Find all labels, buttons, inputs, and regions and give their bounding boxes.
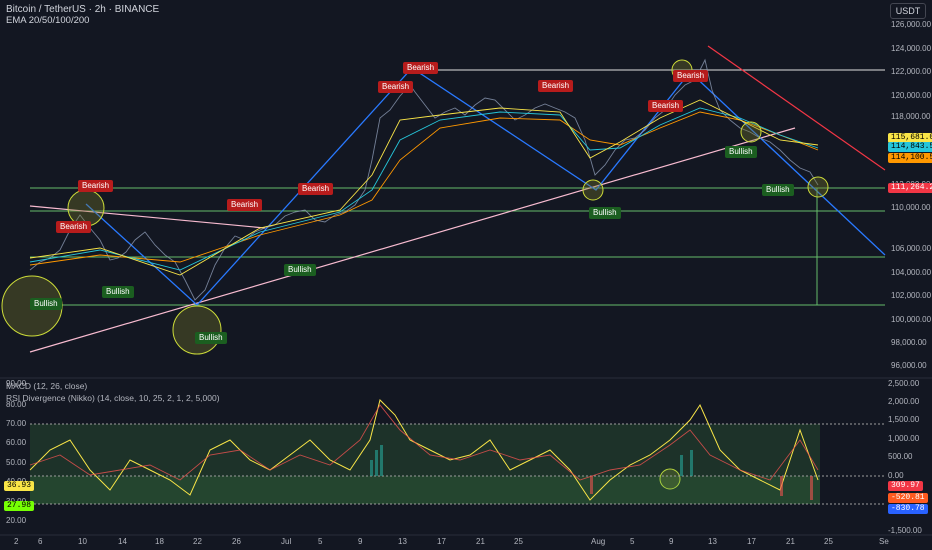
rsi-tag: 27.98: [4, 501, 35, 511]
time-tick: Jul: [281, 537, 292, 546]
bearish-signal-label: Bearish: [227, 199, 263, 211]
rsi-tick: 70.00: [6, 419, 27, 428]
bearish-signal-label: Bearish: [56, 221, 92, 233]
macd-tag: 309.97: [888, 481, 923, 491]
price-tick: 110,000.00: [891, 203, 931, 212]
bearish-signal-label: Bearish: [673, 70, 709, 82]
macd-title[interactable]: MACD (12, 26, close): [6, 381, 87, 391]
rsi-title[interactable]: RSI Divergence (Nikko) (14, close, 10, 2…: [6, 393, 220, 403]
price-tick: 124,000.00: [891, 44, 932, 53]
price-tag: 114,100.57: [888, 153, 932, 163]
price-tick: 98,000.00: [891, 338, 927, 347]
price-tag: 111,264.25: [888, 183, 932, 193]
time-tick: 9: [358, 537, 363, 546]
macd-tick: 1,000.00: [888, 434, 920, 443]
rsi-lower-band: [30, 476, 820, 504]
price-tick: 122,000.00: [891, 67, 932, 76]
bullish-signal-label: Bullish: [102, 286, 134, 298]
price-tick: 106,000.00: [891, 244, 932, 253]
chart-canvas[interactable]: [0, 0, 932, 550]
pivot-circle: [740, 121, 762, 143]
time-tick: 22: [193, 537, 202, 546]
time-tick: 14: [118, 537, 127, 546]
macd-tick: 2,000.00: [888, 397, 920, 406]
bearish-signal-label: Bearish: [298, 183, 334, 195]
time-tick: 17: [747, 537, 756, 546]
bullish-signal-label: Bullish: [725, 146, 757, 158]
time-tick: Se: [879, 537, 889, 546]
price-tick: 102,000.00: [891, 291, 932, 300]
bearish-signal-label: Bearish: [78, 180, 114, 192]
rsi-upper-band: [30, 424, 820, 476]
macd-tag: -830.78: [888, 504, 928, 514]
time-tick: 5: [630, 537, 635, 546]
rsi-tick: 60.00: [6, 438, 27, 447]
time-tick: 25: [824, 537, 833, 546]
time-tick: 26: [232, 537, 241, 546]
time-tick: 9: [669, 537, 674, 546]
ascending-trendline: [29, 127, 796, 353]
pivot-circle: [807, 176, 829, 198]
rsi-tick: 20.00: [6, 516, 27, 525]
price-tick: 100,000.00: [891, 315, 932, 324]
time-tick: 2: [14, 537, 19, 546]
time-tick: 18: [155, 537, 164, 546]
time-tick: 13: [398, 537, 407, 546]
pivot-circle: [582, 179, 604, 201]
time-tick: 21: [786, 537, 795, 546]
bearish-signal-label: Bearish: [403, 62, 439, 74]
time-tick: 25: [514, 537, 523, 546]
rsi-tag: 36.93: [4, 481, 35, 491]
bullish-signal-label: Bullish: [195, 332, 227, 344]
macd-tag: -520.81: [888, 493, 928, 503]
price-tick: 120,000.00: [891, 91, 932, 100]
pivot-circle: [172, 305, 222, 355]
time-tick: 10: [78, 537, 87, 546]
time-tick: 5: [318, 537, 323, 546]
bearish-signal-label: Bearish: [378, 81, 414, 93]
time-tick: Aug: [591, 537, 606, 546]
time-tick: 13: [708, 537, 717, 546]
price-tag: 114,843.52: [888, 142, 932, 152]
price-tick: 118,000.00: [891, 112, 931, 121]
bullish-signal-label: Bullish: [30, 298, 62, 310]
macd-tick: 1,500.00: [888, 415, 920, 424]
macd-tick: 0.00: [888, 471, 904, 480]
rsi-tick: 50.00: [6, 458, 27, 467]
bullish-signal-label: Bullish: [589, 207, 621, 219]
bearish-signal-label: Bearish: [648, 100, 684, 112]
price-tick: 96,000.00: [891, 361, 927, 370]
bearish-signal-label: Bearish: [538, 80, 574, 92]
time-tick: 21: [476, 537, 485, 546]
macd-tick: 2,500.00: [888, 379, 920, 388]
time-tick: 17: [437, 537, 446, 546]
ema-100: [29, 107, 819, 271]
time-tick: 6: [38, 537, 43, 546]
price-tick: 104,000.00: [891, 268, 932, 277]
price-tick: 126,000.00: [891, 20, 932, 29]
macd-tick: 500.00: [888, 452, 913, 461]
bullish-signal-label: Bullish: [762, 184, 794, 196]
bullish-signal-label: Bullish: [284, 264, 316, 276]
macd-tick: -1,500.00: [888, 526, 922, 535]
